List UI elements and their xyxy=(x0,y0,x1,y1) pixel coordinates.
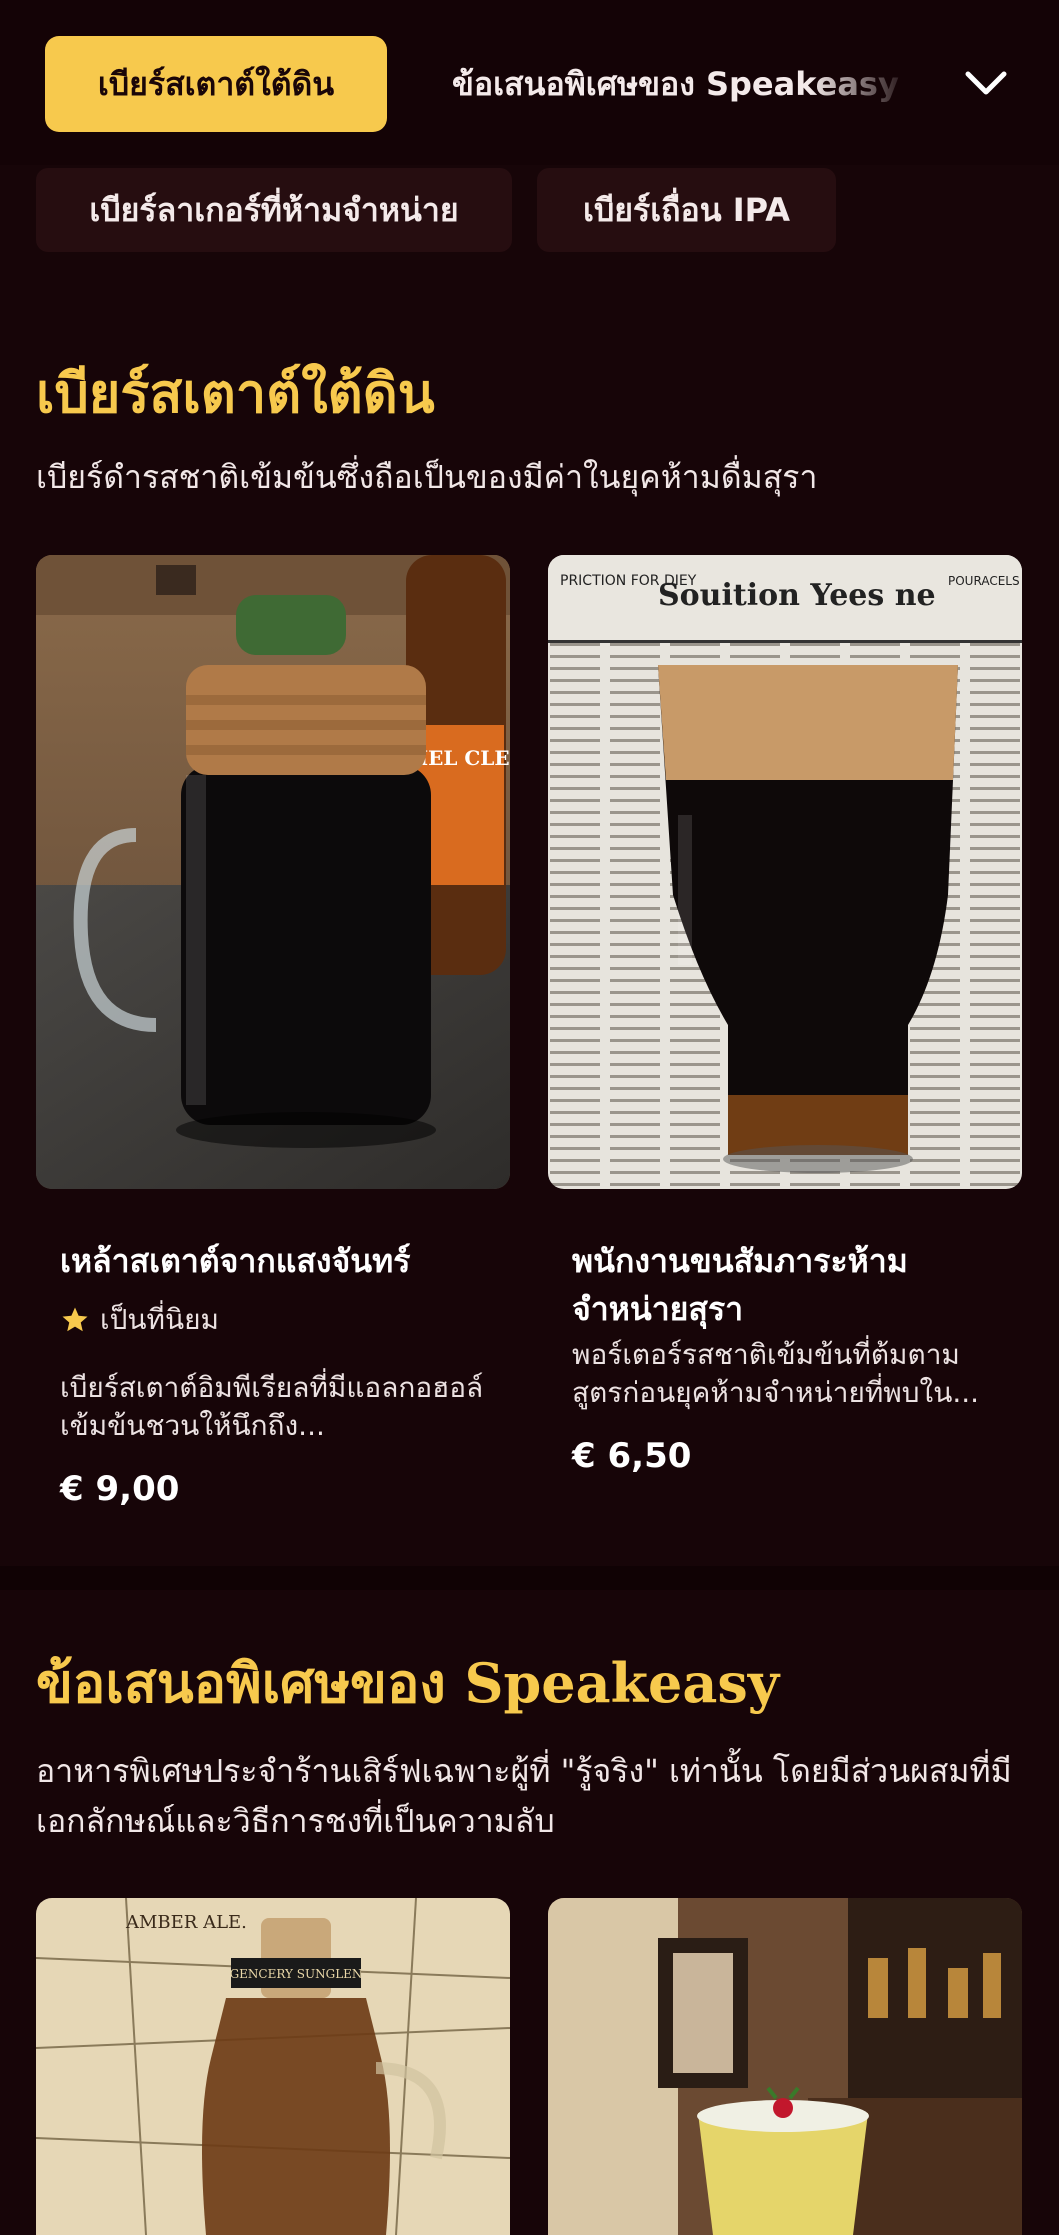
category-nav-bar: เบียร์สเตาต์ใต้ดิน ข้อเสนอพิเศษของ Speak… xyxy=(0,0,1059,165)
tab-speakeasy-specials[interactable]: ข้อเสนอพิเศษของ Speakeasy xyxy=(452,36,912,132)
product-image-prohibition-porter[interactable]: PRICTION FOR DIEY Souition Yees ne POURA… xyxy=(548,555,1022,1189)
product-price: € 6,50 xyxy=(572,1436,692,1476)
product-image-special-2[interactable] xyxy=(548,1898,1022,2235)
tab-underground-stouts[interactable]: เบียร์สเตาต์ใต้ดิน xyxy=(45,36,387,132)
popular-badge: เป็นที่นิยม xyxy=(60,1298,219,1342)
badge-label: เป็นที่นิยม xyxy=(100,1303,219,1336)
chip-prohibited-lagers[interactable]: เบียร์ลาเกอร์ที่ห้ามจำหน่าย xyxy=(36,168,512,252)
product-description: พอร์เตอร์รสชาติเข้มข้นที่ต้มตามสูตรก่อนย… xyxy=(572,1338,980,1409)
newspaper-right-text: POURACELS xyxy=(948,574,1020,588)
map-label: AMBER ALE. xyxy=(125,1912,247,1933)
product-image-special-1[interactable]: AMBER ALE. GENCERY SUNGLEN xyxy=(36,1898,510,2235)
section-subtitle: เบียร์ดำรสชาติเข้มข้นซึ่งถือเป็นของมีค่า… xyxy=(36,458,818,496)
chevron-down-icon[interactable] xyxy=(960,58,1012,110)
section-subtitle: อาหารพิเศษประจำร้านเสิร์ฟเฉพาะผู้ที่ "รู… xyxy=(36,1752,1012,1840)
product-image-moonshine-stout[interactable]: CORMEL CLEMIT xyxy=(36,555,510,1189)
newspaper-headline: Souition Yees ne xyxy=(658,578,936,613)
section-divider xyxy=(0,1566,1059,1590)
star-icon xyxy=(62,1307,88,1332)
product-name[interactable]: พนักงานขนสัมภาระห้ามจำหน่ายสุรา xyxy=(572,1237,992,1333)
product-price: € 9,00 xyxy=(60,1469,180,1509)
chip-bootleg-ipa[interactable]: เบียร์เถื่อน IPA xyxy=(537,168,836,252)
section-title: เบียร์สเตาต์ใต้ดิน xyxy=(36,361,435,425)
product-description: เบียร์สเตาต์อิมพีเรียลที่มีแอลกอฮอล์เข้ม… xyxy=(60,1371,484,1442)
product-name[interactable]: เหล้าสเตาต์จากแสงจันทร์ xyxy=(60,1237,490,1285)
section-title: ข้อเสนอพิเศษของ Speakeasy xyxy=(36,1651,780,1715)
bottle-label: GENCERY SUNGLEN xyxy=(230,1967,363,1981)
